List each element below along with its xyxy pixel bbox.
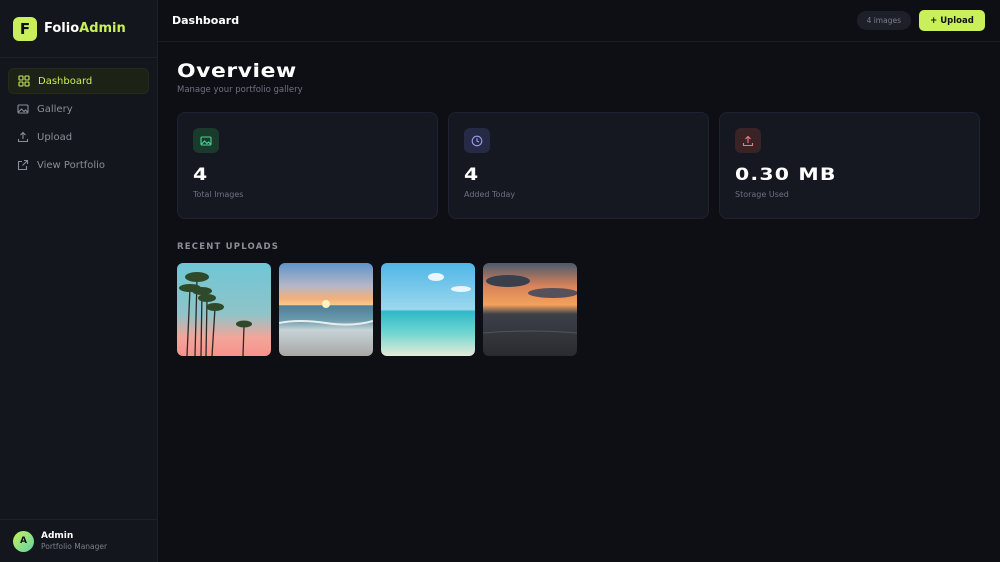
sidebar-item-dashboard[interactable]: Dashboard: [8, 68, 149, 94]
stat-card-storage-used: 0.30 MB Storage Used: [719, 112, 980, 219]
brand[interactable]: F FolioAdmin: [0, 0, 157, 58]
user-profile[interactable]: A Admin Portfolio Manager: [0, 519, 157, 562]
stat-value: 4: [464, 165, 480, 185]
page-header-title: Dashboard: [172, 14, 240, 27]
stat-label: Storage Used: [735, 190, 789, 199]
grid-icon: [18, 75, 30, 87]
page-subtitle: Manage your portfolio gallery: [177, 85, 303, 95]
stat-label: Total Images: [193, 190, 244, 199]
external-link-icon: [17, 159, 29, 171]
thumbnail-tropical-beach[interactable]: [381, 263, 475, 356]
sidebar-item-label: View Portfolio: [37, 159, 106, 171]
main-content: Overview Manage your portfolio gallery 4…: [177, 60, 982, 356]
sidebar: F FolioAdmin Dashboard Gallery Upload Vi…: [0, 0, 158, 562]
brand-logo: F: [13, 16, 37, 41]
stats-row: 4 Total Images 4 Added Today 0.30 MB Sto…: [177, 112, 982, 219]
brand-name: FolioAdmin: [44, 21, 126, 36]
sidebar-item-upload[interactable]: Upload: [8, 124, 149, 150]
page-title: Overview: [177, 60, 297, 82]
thumbnail-palm-trees[interactable]: [177, 263, 271, 356]
brand-name-main: Folio: [44, 21, 80, 36]
user-role: Portfolio Manager: [41, 542, 108, 551]
recent-uploads-heading: RECENT UPLOADS: [177, 242, 280, 252]
brand-name-accent: Admin: [79, 21, 126, 36]
stat-card-added-today: 4 Added Today: [448, 112, 709, 219]
image-icon: [193, 128, 219, 153]
user-info: Admin Portfolio Manager: [41, 531, 107, 551]
upload-icon: [735, 128, 761, 153]
stat-card-total-images: 4 Total Images: [177, 112, 438, 219]
sidebar-item-label: Dashboard: [38, 75, 93, 87]
sidebar-item-gallery[interactable]: Gallery: [8, 96, 149, 122]
sidebar-item-label: Upload: [37, 131, 73, 143]
user-name: Admin: [41, 531, 74, 541]
upload-icon: [17, 131, 29, 143]
stat-value: 0.30 MB: [735, 165, 837, 185]
sidebar-item-label: Gallery: [37, 103, 73, 115]
avatar: A: [13, 530, 34, 552]
sidebar-item-view-portfolio[interactable]: View Portfolio: [8, 152, 149, 178]
upload-button[interactable]: + Upload: [919, 10, 985, 31]
sidebar-nav: Dashboard Gallery Upload View Portfolio: [0, 58, 157, 190]
thumbnail-ocean-sunset[interactable]: [483, 263, 577, 356]
topbar: Dashboard 4 images + Upload: [158, 0, 1000, 42]
stat-label: Added Today: [464, 190, 516, 199]
clock-icon: [464, 128, 490, 153]
image-count-badge: 4 images: [856, 11, 911, 30]
image-icon: [17, 103, 29, 115]
stat-value: 4: [193, 165, 209, 185]
recent-uploads-grid: [177, 263, 982, 356]
thumbnail-beach-sunset[interactable]: [279, 263, 373, 356]
